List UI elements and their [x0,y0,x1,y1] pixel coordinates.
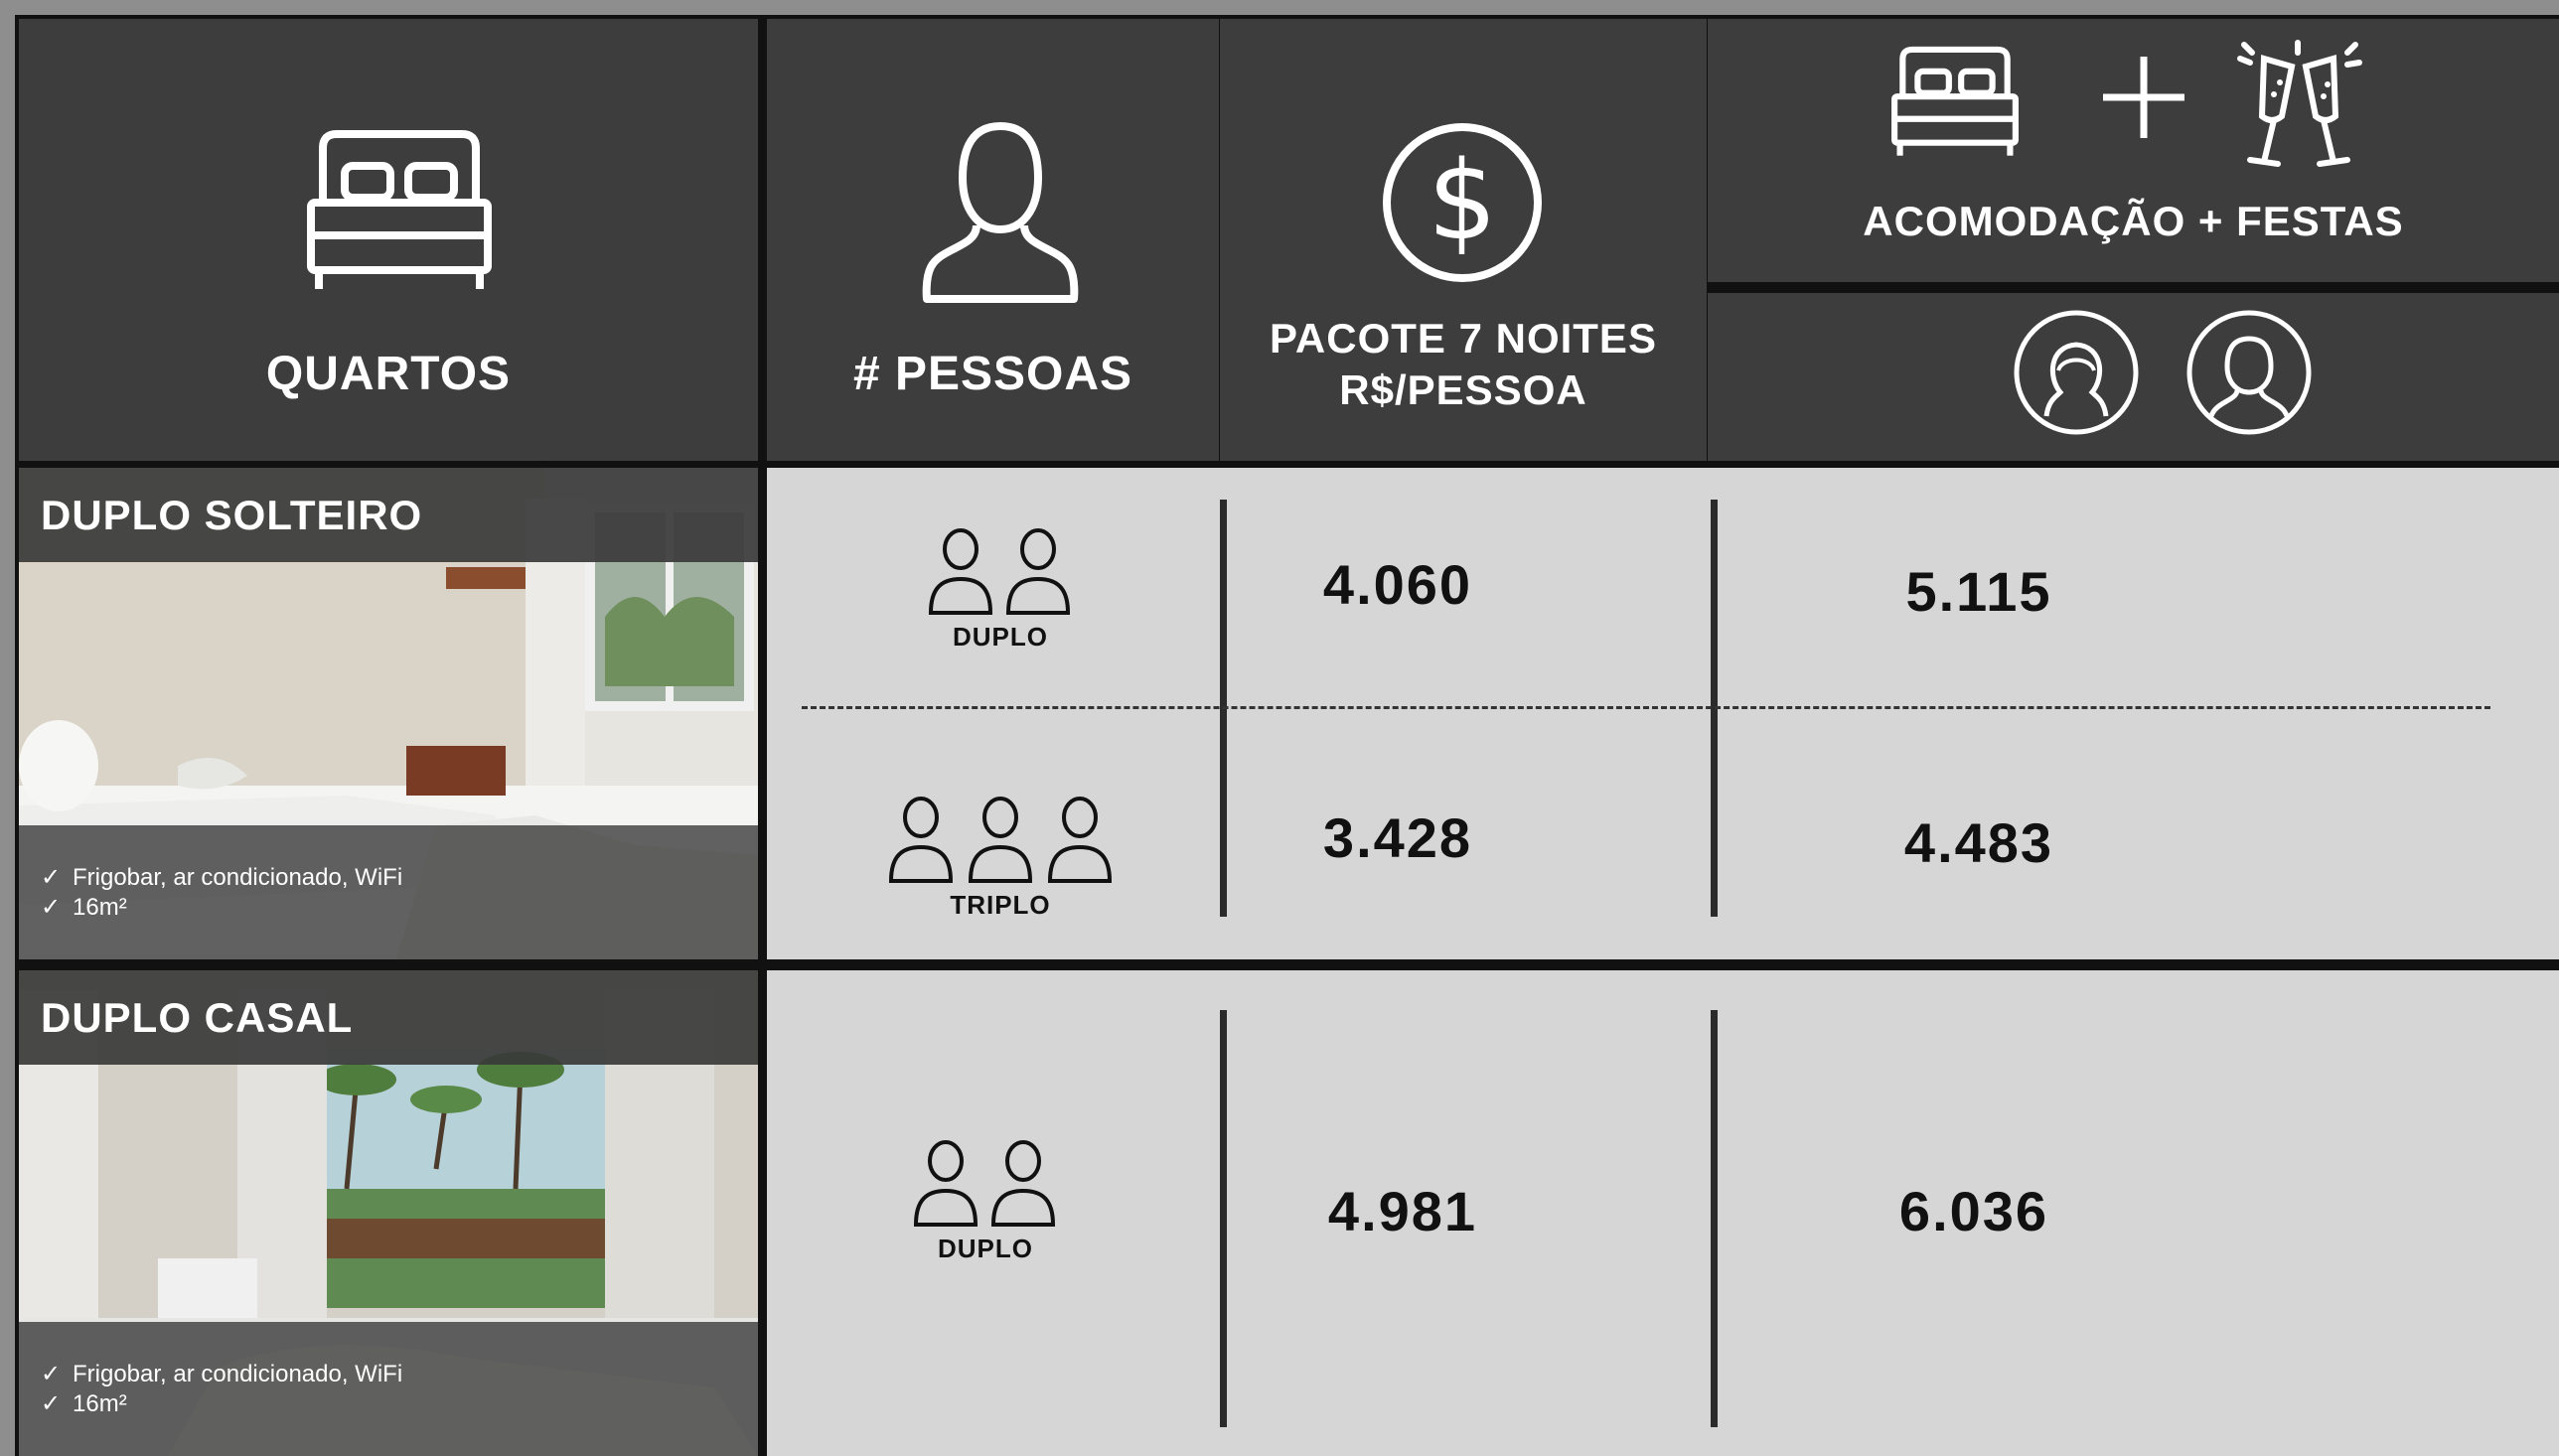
bed-icon [1891,46,2019,156]
room-name-duplo-solteiro: DUPLO SOLTEIRO [19,468,758,562]
accom-party-price: 6.036 [1898,1180,2049,1242]
feature-item: ✓ 16m² [41,893,758,923]
check-icon: ✓ [41,894,62,921]
row-divider [802,706,2490,709]
room-card-duplo-solteiro: DUPLO SOLTEIRO ✓ Frigobar, ar condicionad… [19,468,758,959]
room-name-duplo-casal: DUPLO CASAL [19,970,758,1065]
header-people: # PESSOAS [767,19,1219,461]
plus-icon [2103,57,2184,138]
bed-icon [307,130,492,289]
two-people-icon [913,1140,1056,1227]
room-prices-duplo-casal: DUPLO 4.981 6.036 [767,970,2559,1456]
feature-text: Frigobar, ar condicionado, WiFi [73,1361,403,1387]
feature-text: Frigobar, ar condicionado, WiFi [73,864,403,891]
room-features-duplo-solteiro: ✓ Frigobar, ar condicionado, WiFi ✓ 16m² [19,825,758,959]
header-gender-icons [1708,293,2559,461]
accom-party-price: 5.115 [1905,560,2052,623]
header-package: $ PACOTE 7 NOITES R$/PESSOA [1220,19,1707,461]
accom-party-price: 4.483 [1903,811,2054,874]
check-icon: ✓ [41,864,62,891]
dollar-icon: $ [1383,123,1542,282]
person-icon [922,122,1079,303]
svg-text:$: $ [1428,137,1497,264]
feature-text: 16m² [73,1390,127,1417]
package-header-label: PACOTE 7 NOITES R$/PESSOA [1220,313,1707,416]
accom-party-header-label: ACOMODAÇÃO + FESTAS [1863,198,2404,244]
occupancy-duplo: DUPLO [851,1139,1120,1264]
rooms-header-label: QUARTOS [265,348,512,400]
package-label-line2: R$/PESSOA [1339,366,1587,413]
feature-item: ✓ Frigobar, ar condicionado, WiFi [41,863,758,893]
three-people-icon [888,797,1113,883]
header-accom-party: ACOMODAÇÃO + FESTAS [1708,19,2559,282]
two-people-icon [928,528,1071,615]
occupancy-duplo: DUPLO [866,527,1134,653]
occupancy-triplo: TRIPLO [827,796,1174,921]
champagne-icon [2237,40,2362,167]
room-features-duplo-casal: ✓ Frigobar, ar condicionado, WiFi ✓ 16m² [19,1322,758,1456]
package-price: 4.981 [1327,1180,1478,1242]
package-price: 3.428 [1322,806,1473,869]
occupancy-label: TRIPLO [950,890,1051,920]
package-price: 4.060 [1322,553,1473,616]
feature-item: ✓ 16m² [41,1389,758,1419]
occupancy-label: DUPLO [938,1234,1033,1263]
people-header-label: # PESSOAS [852,348,1133,400]
room-card-duplo-casal: DUPLO CASAL ✓ Frigobar, ar condicionado, … [19,970,758,1456]
occupancy-label: DUPLO [953,622,1048,652]
room-prices-duplo-solteiro: DUPLO 4.060 5.115 TRIPLO 3.428 4.483 [767,468,2559,959]
feature-item: ✓ Frigobar, ar condicionado, WiFi [41,1360,758,1389]
feature-text: 16m² [73,894,127,921]
male-avatar-icon [2186,310,2312,435]
female-avatar-icon [2014,310,2139,435]
header-rooms: QUARTOS [19,19,758,461]
package-label-line1: PACOTE 7 NOITES [1270,315,1657,362]
check-icon: ✓ [41,1361,62,1387]
check-icon: ✓ [41,1390,62,1417]
pricing-table: QUARTOS # PESSOAS $ PACOTE 7 NOITES R$/P… [15,15,2559,1456]
